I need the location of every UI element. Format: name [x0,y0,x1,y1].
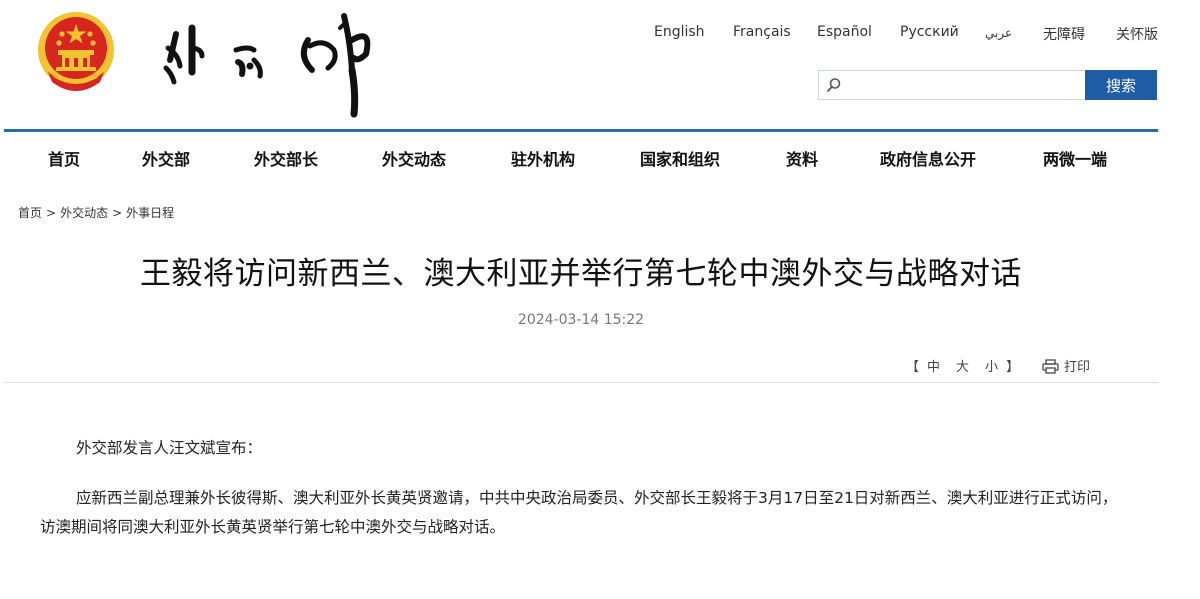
care-mode-link[interactable]: 关怀版 [1116,24,1158,44]
search-icon [827,78,841,92]
nav-item-ministry[interactable]: 外交部 [142,146,190,170]
lang-spanish-link[interactable]: Español [817,24,872,40]
search-box [818,70,1084,100]
nav-item-weibo-wechat-app[interactable]: 两微一端 [1043,146,1107,170]
print-icon [1042,359,1059,374]
article-paragraph: 应新西兰副总理兼外长彼得斯、澳大利亚外长黄英贤邀请，中共中央政治局委员、外交部长… [40,489,1118,536]
lang-french-link[interactable]: Français [733,24,791,40]
font-size-small-button[interactable]: 小 [985,360,998,375]
nav-item-diplomatic-news[interactable]: 外交动态 [382,146,446,170]
state-emblem-icon[interactable] [34,10,118,96]
font-size-open-bracket: 【 [906,360,920,375]
lang-russian-link[interactable]: Русский [900,24,959,40]
breadcrumb: 首页 > 外交动态 > 外事日程 [18,204,174,221]
search-input[interactable] [847,73,1077,97]
nav-item-government-info[interactable]: 政府信息公开 [880,146,976,170]
breadcrumb-home-link[interactable]: 首页 [18,206,42,220]
search-button[interactable]: 搜索 [1085,70,1157,100]
ministry-calligraphy-logo[interactable] [158,10,380,118]
article-divider [4,382,1158,383]
nav-item-minister[interactable]: 外交部长 [254,146,318,170]
print-label: 打印 [1064,360,1091,375]
breadcrumb-schedule-link[interactable]: 外事日程 [126,206,174,220]
article-title: 王毅将访问新西兰、澳大利亚并举行第七轮中澳外交与战略对话 [140,256,1022,292]
article-paragraph: 外交部发言人汪文斌宣布： [76,439,263,457]
font-size-close-bracket: 】 [1006,360,1020,375]
nav-item-countries-organizations[interactable]: 国家和组织 [640,146,720,170]
accessibility-link[interactable]: 无障碍 [1043,24,1085,44]
font-size-medium-button[interactable]: 大 [956,360,969,375]
main-nav: 首页 外交部 外交部长 外交动态 驻外机构 国家和组织 资料 政府信息公开 两微… [0,132,1200,180]
article-date: 2024-03-14 15:22 [517,312,645,328]
nav-item-missions-overseas[interactable]: 驻外机构 [511,146,575,170]
lang-english-link[interactable]: English [654,24,705,40]
breadcrumb-separator: > [112,206,123,220]
lang-arabic-link[interactable]: عربي [985,26,1012,40]
breadcrumb-separator: > [46,206,57,220]
font-size-large-button[interactable]: 中 [927,360,940,375]
breadcrumb-diplomatic-news-link[interactable]: 外交动态 [60,206,108,220]
print-button[interactable]: 打印 [1042,356,1090,375]
nav-item-home[interactable]: 首页 [48,146,80,170]
font-size-controls: 【中 大 小】 [906,356,1019,375]
language-bar: English Français Español Русский عربي 无障… [640,24,1170,44]
nav-item-resources[interactable]: 资料 [786,146,818,170]
